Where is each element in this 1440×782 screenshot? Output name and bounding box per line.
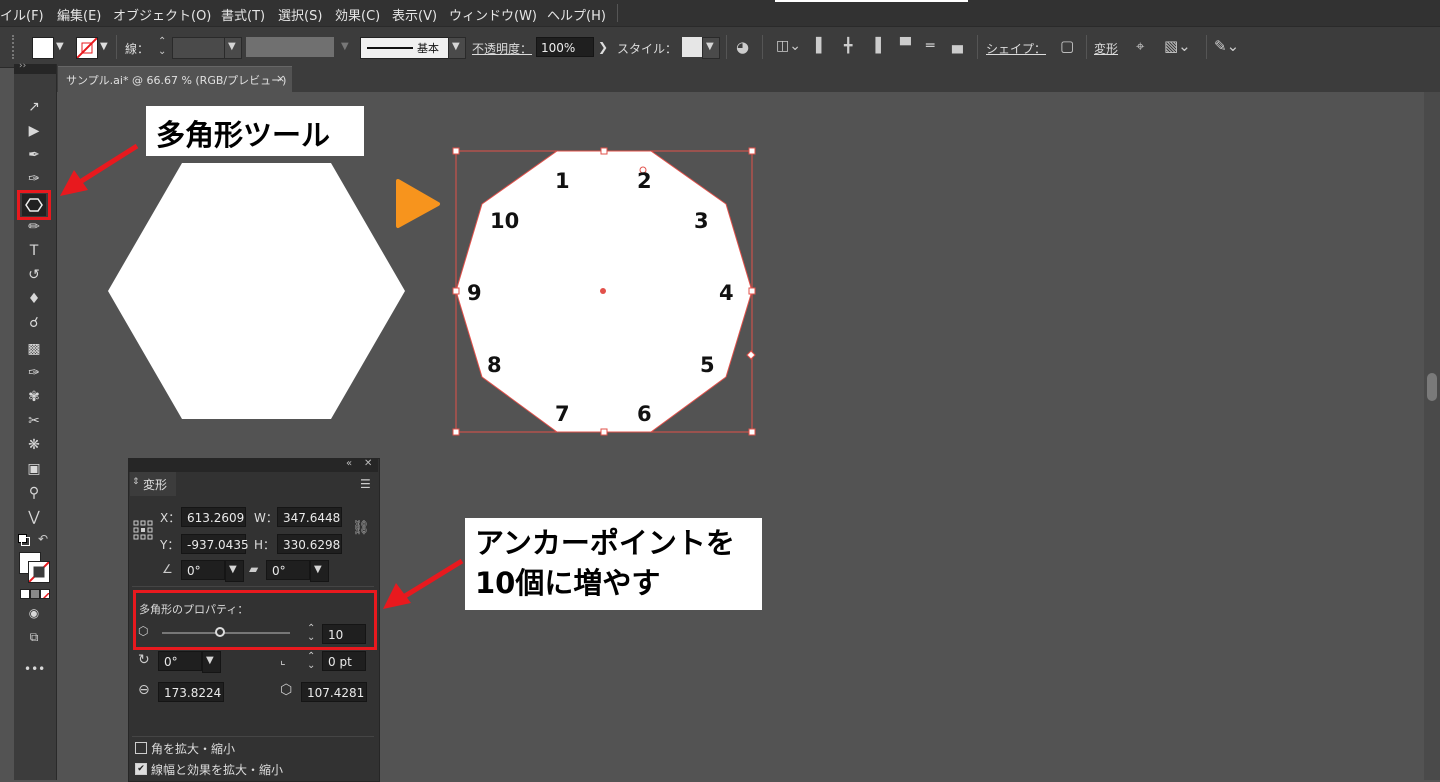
vertex-label-4: 4 <box>719 281 734 305</box>
shear-angle-input[interactable]: 0° <box>266 560 310 580</box>
rotate-angle-dropdown[interactable]: ▼ <box>225 560 244 582</box>
side-length-icon: ⬡ <box>280 682 293 698</box>
transform-panel-header: « ✕ <box>128 458 378 472</box>
constrain-proportions-icon[interactable]: ⛓ <box>352 520 370 536</box>
scale-corners-checkbox[interactable] <box>135 742 147 754</box>
side-length-input[interactable]: 107.4281 <box>301 682 367 702</box>
polygon-sides-icon: ⬡ <box>138 624 149 638</box>
vertex-label-7: 7 <box>555 402 570 426</box>
corner-radius-input[interactable]: 0 pt <box>322 651 366 671</box>
polygon-radius-input[interactable]: 173.8224 <box>158 682 224 702</box>
w-label: W： <box>254 511 278 525</box>
anchor-callout: アンカーポイントを 10個に増やす <box>465 518 762 610</box>
rotate-angle-icon: ∠ <box>162 562 173 576</box>
polygon-rotate-input[interactable]: 0° <box>158 651 202 671</box>
sides-input[interactable]: 10 <box>322 624 366 644</box>
x-input[interactable]: 613.2609 <box>181 507 246 527</box>
center-point <box>600 288 606 294</box>
panel-options-icon[interactable]: ☰ <box>360 477 371 491</box>
w-input[interactable]: 347.6448 <box>277 507 342 527</box>
vertex-label-5: 5 <box>700 353 715 377</box>
polygon-rotate-dropdown[interactable]: ▼ <box>202 651 221 673</box>
scale-strokes-checkbox[interactable]: ✔ <box>135 763 147 775</box>
hexagon-shape <box>108 163 405 419</box>
h-label: H： <box>254 538 276 552</box>
sides-slider-knob[interactable] <box>214 627 225 637</box>
sides-slider-track[interactable] <box>162 632 290 634</box>
transform-tab-label: 変形 <box>143 478 168 492</box>
vertex-label-3: 3 <box>694 209 709 233</box>
collapse-panel-icon[interactable]: « <box>346 458 352 469</box>
polygon-properties-label: 多角形のプロパティ： <box>139 603 249 616</box>
shear-angle-icon: ▰ <box>249 562 259 576</box>
transform-panel-tab[interactable]: ⇕ 変形 <box>130 472 176 496</box>
polygon-tool-callout-text: 多角形ツール <box>156 118 331 152</box>
anchor-callout-line2: 10個に増やす <box>475 566 661 600</box>
y-input[interactable]: -937.0435 <box>181 534 249 554</box>
polygon-radius-icon: ⊖ <box>138 682 150 698</box>
h-input[interactable]: 330.6298 <box>277 534 342 554</box>
x-label: X： <box>160 511 181 525</box>
vertex-label-2: 2 <box>637 169 652 193</box>
rotate-angle-input[interactable]: 0° <box>181 560 225 580</box>
scale-strokes-label: 線幅と効果を拡大・縮小 <box>151 763 284 777</box>
vertex-label-8: 8 <box>487 353 502 377</box>
panel-divider <box>132 736 374 737</box>
reference-point-icon[interactable] <box>133 520 153 540</box>
corner-stepper-icon[interactable]: ⌃ ⌄ <box>307 652 315 671</box>
close-panel-icon[interactable]: ✕ <box>364 458 372 469</box>
sides-stepper-icon[interactable]: ⌃ ⌄ <box>307 624 315 643</box>
panel-divider <box>132 586 374 587</box>
corner-radius-icon: ⌞ <box>280 653 286 667</box>
y-label: Y： <box>160 538 180 552</box>
vertex-label-1: 1 <box>555 169 570 193</box>
polygon-rotate-icon: ↻ <box>138 652 150 668</box>
polygon-tool-callout: 多角形ツール <box>146 106 364 156</box>
vertex-label-9: 9 <box>467 281 482 305</box>
scale-corners-label: 角を拡大・縮小 <box>151 742 236 756</box>
anchor-callout-line1: アンカーポイントを <box>475 526 735 560</box>
vertex-label-10: 10 <box>490 209 519 233</box>
vertex-label-6: 6 <box>637 402 652 426</box>
side-widget <box>746 350 756 360</box>
shear-angle-dropdown[interactable]: ▼ <box>310 560 329 582</box>
orange-arrow-icon <box>396 179 440 228</box>
